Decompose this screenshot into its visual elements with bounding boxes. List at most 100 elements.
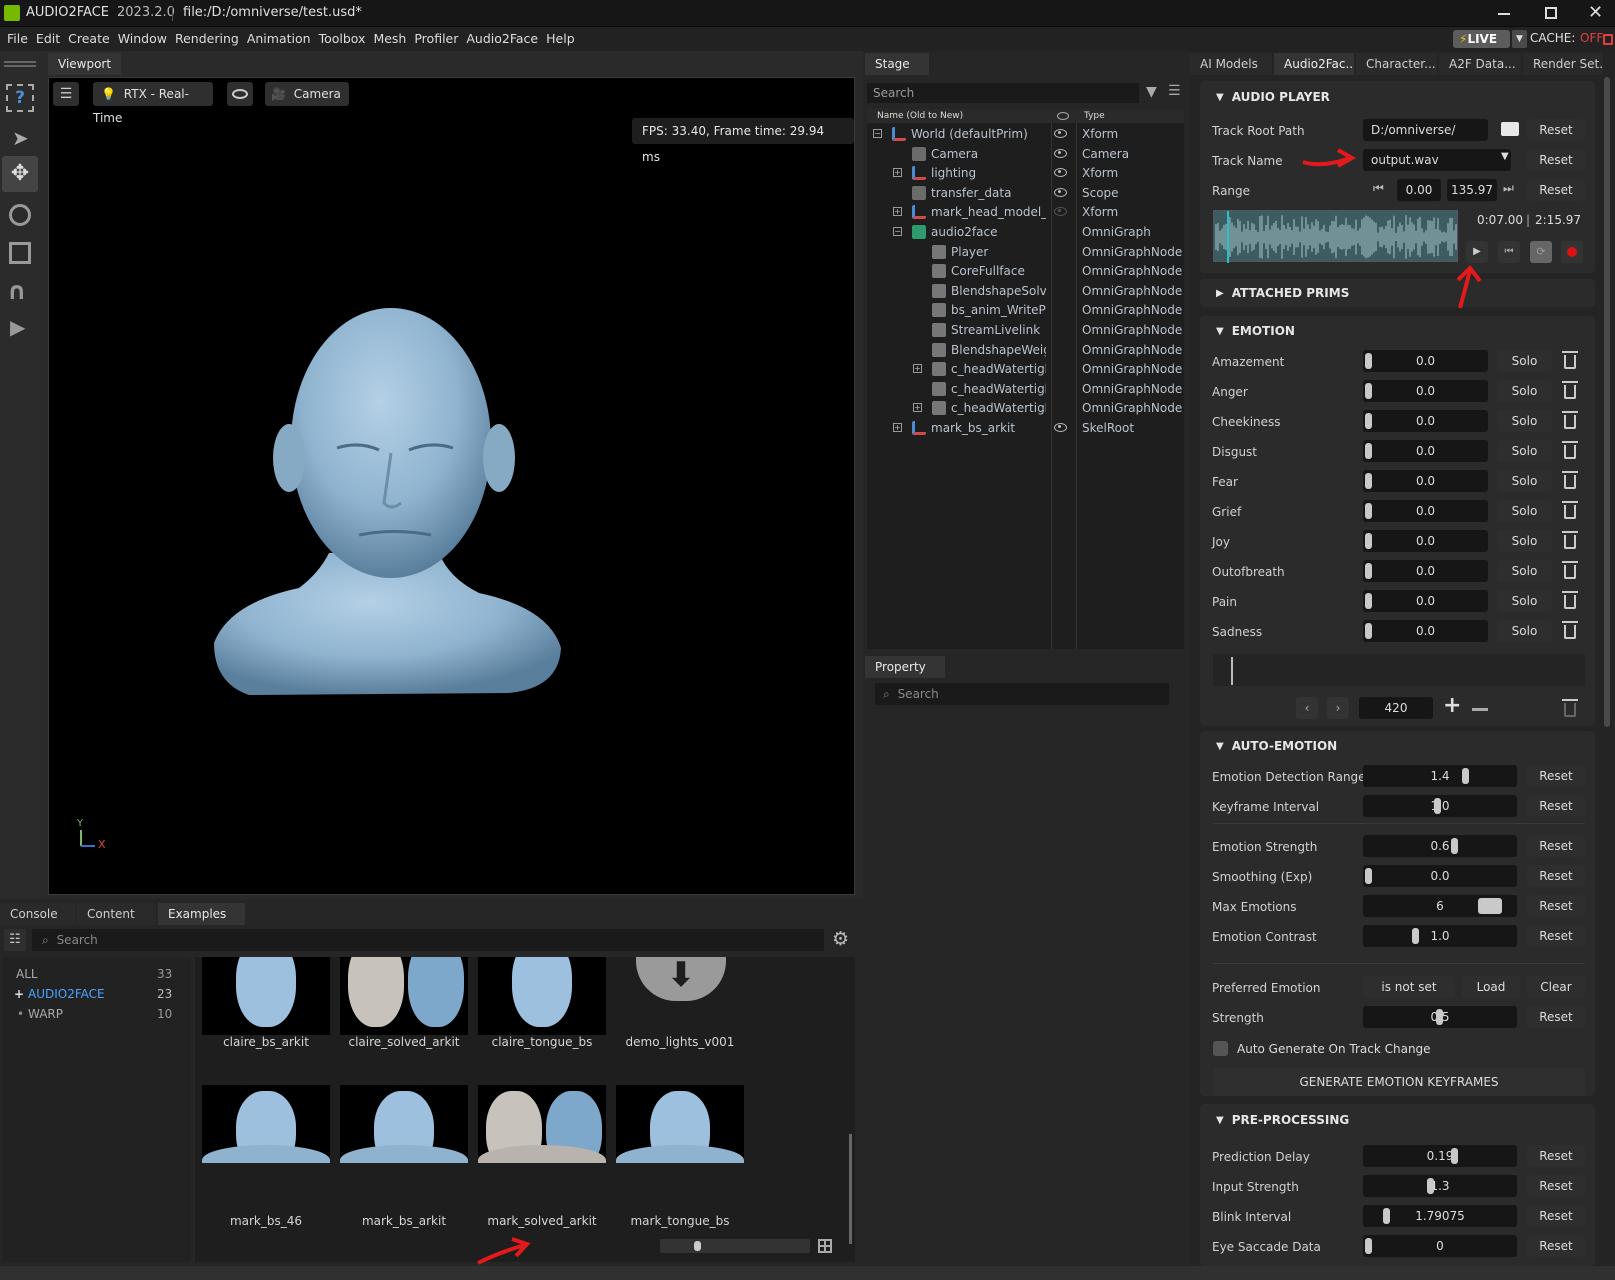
thumbnail-size-slider[interactable] bbox=[660, 1239, 810, 1253]
emotion-slider[interactable]: 0.0 bbox=[1363, 560, 1488, 582]
viewport-canvas[interactable]: ☰ 💡 RTX - Real-Time 🎥 Camera FPS: 33.40,… bbox=[48, 77, 855, 895]
trash-icon[interactable] bbox=[1562, 441, 1578, 459]
emotion-slider[interactable]: 0.0 bbox=[1363, 530, 1488, 552]
stage-row[interactable]: BlendshapeWeigh OmniGraphNode bbox=[867, 340, 1187, 360]
tab-viewport[interactable]: Viewport bbox=[48, 53, 122, 75]
attached-prims-header[interactable]: ▶ ATTACHED PRIMS bbox=[1216, 286, 1349, 300]
stage-row[interactable]: CoreFullface OmniGraphNode bbox=[867, 261, 1187, 281]
emotion-slider-knob[interactable] bbox=[1365, 623, 1372, 639]
trash-icon[interactable] bbox=[1562, 621, 1578, 639]
chevron-down-icon[interactable]: ▼ bbox=[1501, 151, 1509, 162]
play-icon[interactable]: ▶ bbox=[10, 315, 25, 339]
stage-row[interactable]: + lighting Xform bbox=[867, 163, 1187, 183]
emotion-slider-knob[interactable] bbox=[1365, 443, 1372, 459]
example-thumbnail[interactable] bbox=[616, 1085, 744, 1163]
close-icon[interactable]: ✕ bbox=[1588, 2, 1603, 23]
auto-emotion-slider[interactable]: 1.4 bbox=[1363, 765, 1517, 787]
stage-row[interactable]: − audio2face OmniGraph bbox=[867, 222, 1187, 242]
emotion-slider-knob[interactable] bbox=[1365, 593, 1372, 609]
auto-emotion-slider[interactable]: 0.6 bbox=[1363, 835, 1517, 857]
auto-emotion-reset-button[interactable]: Reset bbox=[1527, 865, 1585, 887]
example-thumbnail[interactable] bbox=[478, 957, 606, 1035]
waveform[interactable] bbox=[1213, 210, 1458, 263]
load-button[interactable]: Load bbox=[1462, 976, 1520, 998]
camera-button[interactable]: 🎥 Camera bbox=[265, 82, 349, 106]
column-name-header[interactable]: Name (Old to New) bbox=[877, 109, 963, 123]
stage-row[interactable]: Player OmniGraphNode bbox=[867, 242, 1187, 262]
trash-icon[interactable] bbox=[1562, 501, 1578, 519]
right-scrollbar[interactable] bbox=[1604, 77, 1610, 727]
solo-button[interactable]: Solo bbox=[1497, 440, 1552, 462]
menu-create[interactable]: Create bbox=[64, 27, 114, 51]
select-arrow-icon[interactable]: ➤ bbox=[12, 126, 29, 150]
strength-reset-button[interactable]: Reset bbox=[1527, 1006, 1585, 1028]
pre-processing-reset-button[interactable]: Reset bbox=[1527, 1205, 1585, 1227]
tab-right-1[interactable]: Audio2Fac... bbox=[1274, 53, 1354, 75]
solo-button[interactable]: Solo bbox=[1497, 470, 1552, 492]
emotion-slider-knob[interactable] bbox=[1365, 413, 1372, 429]
expand-toggle-icon[interactable]: − bbox=[893, 227, 902, 236]
tab-console[interactable]: Console bbox=[0, 903, 75, 925]
expand-toggle-icon[interactable]: + bbox=[913, 403, 922, 413]
example-thumbnail[interactable] bbox=[340, 1085, 468, 1163]
visibility-eye-icon[interactable] bbox=[1054, 187, 1067, 197]
pre-processing-slider[interactable]: 1.3 bbox=[1363, 1175, 1517, 1197]
add-key-icon[interactable]: + bbox=[1443, 693, 1461, 718]
generate-emotion-keyframes-button[interactable]: GENERATE EMOTION KEYFRAMES bbox=[1213, 1068, 1585, 1096]
tab-right-4[interactable]: Render Set... bbox=[1523, 53, 1603, 75]
grid-view-icon[interactable] bbox=[818, 1239, 832, 1253]
pre-processing-slider-knob[interactable] bbox=[1365, 1238, 1372, 1254]
live-button[interactable]: ⚡LIVE bbox=[1453, 30, 1510, 48]
example-thumbnail[interactable] bbox=[202, 1085, 330, 1163]
audio-player-header[interactable]: ▼ AUDIO PLAYER bbox=[1216, 90, 1330, 104]
preferred-emotion-value[interactable]: is not set bbox=[1363, 976, 1455, 998]
visibility-eye-icon[interactable] bbox=[1054, 207, 1067, 217]
stage-row[interactable]: transfer_data Scope bbox=[867, 183, 1187, 203]
live-dropdown-icon[interactable]: ▼ bbox=[1512, 30, 1527, 48]
menu-rendering[interactable]: Rendering bbox=[171, 27, 243, 51]
auto-emotion-reset-button[interactable]: Reset bbox=[1527, 835, 1585, 857]
auto-emotion-slider-knob[interactable] bbox=[1478, 898, 1502, 914]
snap-magnet-icon[interactable]: ∩ bbox=[7, 277, 27, 305]
viewport-settings-button[interactable]: ☰ bbox=[53, 82, 79, 106]
stage-search-input[interactable]: Search bbox=[867, 83, 1139, 103]
stage-row[interactable]: StreamLivelink OmniGraphNode bbox=[867, 320, 1187, 340]
solo-button[interactable]: Solo bbox=[1497, 530, 1552, 552]
rotate-tool-icon[interactable] bbox=[9, 204, 31, 226]
pre-processing-slider-knob[interactable] bbox=[1451, 1148, 1458, 1164]
stage-row[interactable]: + mark_bs_arkit SkelRoot bbox=[867, 418, 1187, 438]
category-audio2face[interactable]: + AUDIO2FACE 23 bbox=[2, 987, 191, 1007]
expand-toggle-icon[interactable]: + bbox=[893, 168, 902, 178]
solo-button[interactable]: Solo bbox=[1497, 500, 1552, 522]
examples-scrollbar[interactable] bbox=[849, 1134, 852, 1244]
trash-icon[interactable] bbox=[1562, 591, 1578, 609]
auto-emotion-slider-knob[interactable] bbox=[1462, 768, 1469, 784]
tab-right-2[interactable]: Character... bbox=[1356, 53, 1437, 75]
menu-animation[interactable]: Animation bbox=[243, 27, 315, 51]
auto-emotion-slider[interactable]: 1.0 bbox=[1363, 795, 1517, 817]
clear-button[interactable]: Clear bbox=[1527, 976, 1585, 998]
visibility-eye-icon[interactable] bbox=[1054, 168, 1067, 178]
head-model[interactable] bbox=[209, 303, 569, 703]
menu-window[interactable]: Window bbox=[114, 27, 171, 51]
prev-key-button[interactable]: ‹ bbox=[1296, 697, 1318, 719]
menu-profiler[interactable]: Profiler bbox=[410, 27, 462, 51]
minimize-icon[interactable] bbox=[1498, 13, 1510, 15]
tree-toggle-button[interactable]: ☷ bbox=[4, 929, 26, 951]
pre-processing-slider[interactable]: 1.79075 bbox=[1363, 1205, 1517, 1227]
help-select-icon[interactable]: ? bbox=[6, 84, 34, 112]
visibility-button[interactable] bbox=[227, 82, 253, 106]
emotion-slider-knob[interactable] bbox=[1365, 533, 1372, 549]
folder-icon[interactable] bbox=[1501, 122, 1519, 136]
tab-examples[interactable]: Examples bbox=[158, 903, 245, 925]
emotion-timeline[interactable] bbox=[1213, 654, 1585, 686]
emotion-slider[interactable]: 0.0 bbox=[1363, 440, 1488, 462]
maximize-icon[interactable] bbox=[1545, 7, 1557, 19]
track-name-reset-button[interactable]: Reset bbox=[1527, 149, 1585, 171]
trash-icon[interactable] bbox=[1562, 561, 1578, 579]
menu-toolbox[interactable]: Toolbox bbox=[315, 27, 370, 51]
emotion-slider[interactable]: 0.0 bbox=[1363, 380, 1488, 402]
category-warp[interactable]: • WARP 10 bbox=[2, 1007, 191, 1027]
auto-emotion-slider-knob[interactable] bbox=[1365, 868, 1372, 884]
menu-help[interactable]: Help bbox=[542, 27, 579, 51]
